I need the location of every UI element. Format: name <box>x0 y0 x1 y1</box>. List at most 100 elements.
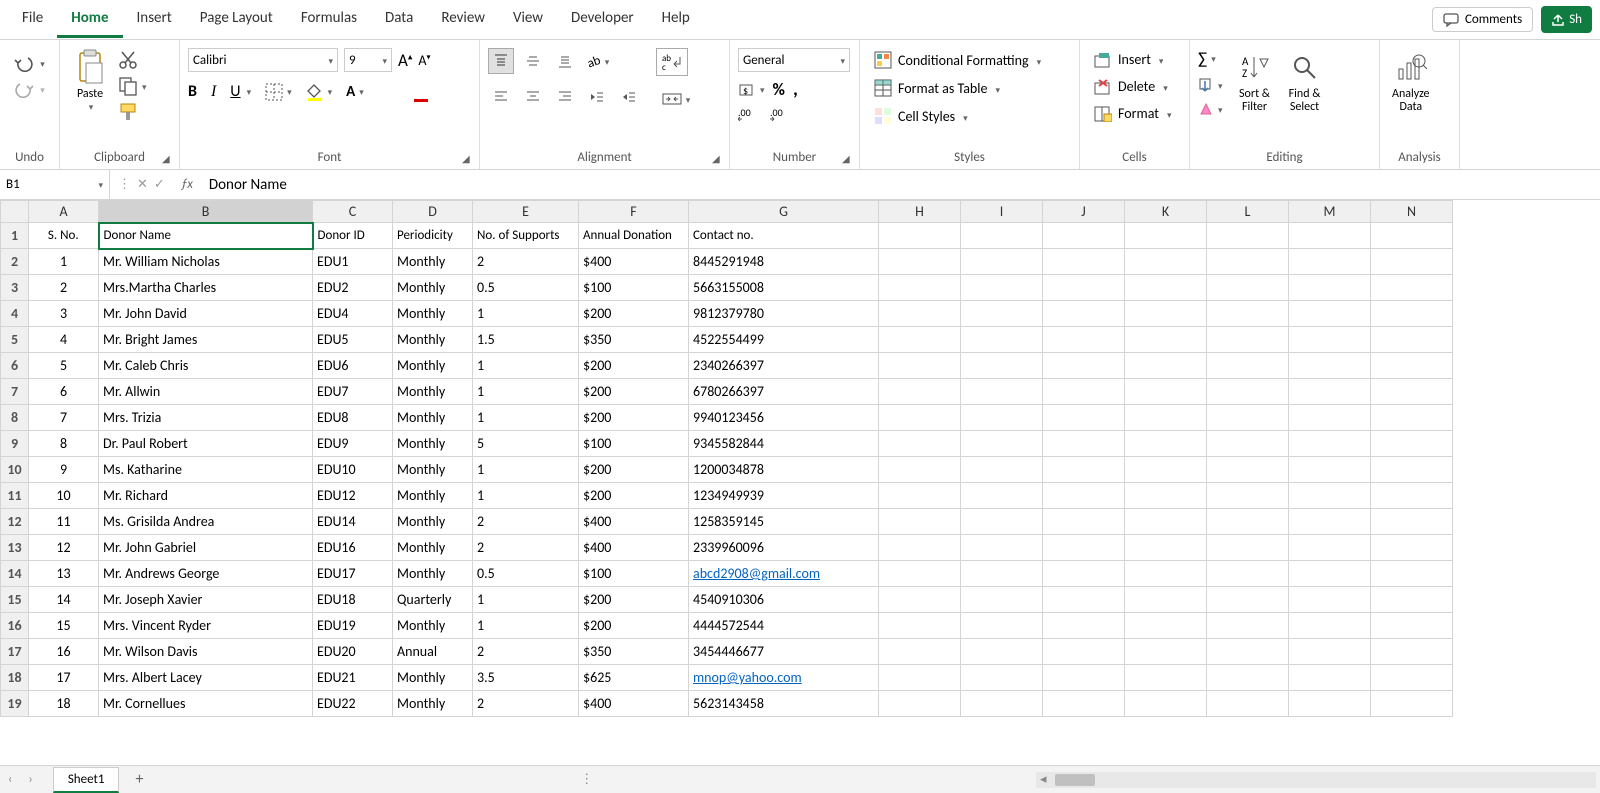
cell[interactable]: 1 <box>473 483 579 509</box>
underline-button[interactable]: U <box>230 82 240 101</box>
cell[interactable] <box>1289 613 1371 639</box>
cell[interactable] <box>1125 561 1207 587</box>
cell[interactable]: Mr. Wilson Davis <box>99 639 313 665</box>
cell[interactable]: Mr. William Nicholas <box>99 249 313 275</box>
cell[interactable] <box>961 301 1043 327</box>
cell[interactable] <box>1043 457 1125 483</box>
cell[interactable]: 11 <box>29 509 99 535</box>
cell[interactable]: 4444572544 <box>689 613 879 639</box>
percent-button[interactable]: % <box>773 79 785 100</box>
decrease-font-button[interactable]: A▾ <box>418 52 430 69</box>
cell[interactable] <box>1043 509 1125 535</box>
cell[interactable] <box>1371 223 1453 249</box>
cell[interactable] <box>1043 691 1125 717</box>
cell[interactable] <box>1371 379 1453 405</box>
cell[interactable]: 0.5 <box>473 561 579 587</box>
row-header[interactable]: 10 <box>1 457 29 483</box>
cell[interactable] <box>1125 613 1207 639</box>
cell[interactable] <box>1371 639 1453 665</box>
cell[interactable] <box>1289 301 1371 327</box>
cell[interactable] <box>961 613 1043 639</box>
cell[interactable] <box>961 249 1043 275</box>
cell[interactable] <box>1043 301 1125 327</box>
cell[interactable] <box>1207 223 1289 249</box>
cell[interactable] <box>879 249 961 275</box>
merge-center-button[interactable] <box>656 86 696 112</box>
cell[interactable]: $100 <box>579 275 689 301</box>
cell[interactable] <box>1371 587 1453 613</box>
col-header-M[interactable]: M <box>1289 201 1371 223</box>
cell[interactable]: 6 <box>29 379 99 405</box>
cell[interactable]: S. No. <box>29 223 99 249</box>
horizontal-scrollbar[interactable]: ◂ <box>1036 772 1596 788</box>
increase-indent-button[interactable] <box>616 84 642 110</box>
cell[interactable] <box>1207 405 1289 431</box>
cell[interactable] <box>1371 301 1453 327</box>
cell[interactable] <box>1289 561 1371 587</box>
cell[interactable] <box>1371 405 1453 431</box>
row-header[interactable]: 2 <box>1 249 29 275</box>
cell[interactable] <box>1371 457 1453 483</box>
cell[interactable]: 14 <box>29 587 99 613</box>
cell[interactable] <box>879 405 961 431</box>
cell[interactable] <box>1125 275 1207 301</box>
cell[interactable]: 3.5 <box>473 665 579 691</box>
dialog-launcher-icon[interactable]: ◢ <box>462 152 476 166</box>
menu-review[interactable]: Review <box>427 1 499 38</box>
align-right-button[interactable] <box>552 84 578 110</box>
font-name-combo[interactable]: Calibri <box>188 48 338 72</box>
cell[interactable]: $200 <box>579 457 689 483</box>
cell[interactable]: 1 <box>473 613 579 639</box>
cell[interactable]: 1 <box>473 587 579 613</box>
row-header[interactable]: 19 <box>1 691 29 717</box>
cell[interactable] <box>879 561 961 587</box>
sort-filter-button[interactable]: AZ Sort & Filter <box>1233 48 1277 116</box>
cell[interactable] <box>1207 483 1289 509</box>
cell[interactable]: 5663155008 <box>689 275 879 301</box>
cell[interactable]: EDU1 <box>313 249 393 275</box>
cell[interactable]: 15 <box>29 613 99 639</box>
cell[interactable] <box>1125 405 1207 431</box>
cell[interactable] <box>1289 353 1371 379</box>
cell[interactable]: Donor Name <box>99 223 313 249</box>
orientation-button[interactable]: ab <box>584 48 610 74</box>
menu-formulas[interactable]: Formulas <box>287 1 371 38</box>
cell[interactable] <box>1043 665 1125 691</box>
cell[interactable] <box>1371 483 1453 509</box>
cell[interactable]: 4522554499 <box>689 327 879 353</box>
row-header[interactable]: 3 <box>1 275 29 301</box>
cell[interactable]: Monthly <box>393 665 473 691</box>
cell[interactable] <box>1207 457 1289 483</box>
cell[interactable] <box>1207 275 1289 301</box>
cell[interactable]: 1 <box>473 379 579 405</box>
cell[interactable]: Monthly <box>393 483 473 509</box>
cell[interactable] <box>961 275 1043 301</box>
row-header[interactable]: 4 <box>1 301 29 327</box>
row-header[interactable]: 17 <box>1 639 29 665</box>
cell[interactable] <box>879 223 961 249</box>
cell[interactable] <box>1207 535 1289 561</box>
cell[interactable] <box>1289 457 1371 483</box>
cell[interactable]: EDU16 <box>313 535 393 561</box>
cell[interactable] <box>1043 275 1125 301</box>
cell[interactable] <box>1289 535 1371 561</box>
chevron-down-icon[interactable] <box>87 100 94 114</box>
cell[interactable] <box>1207 379 1289 405</box>
cell[interactable] <box>1043 561 1125 587</box>
cell[interactable] <box>1043 639 1125 665</box>
cell[interactable]: $350 <box>579 639 689 665</box>
fill-button[interactable] <box>1198 77 1223 93</box>
cell[interactable] <box>1125 353 1207 379</box>
cell[interactable] <box>1289 379 1371 405</box>
cell[interactable]: Annual Donation <box>579 223 689 249</box>
col-header-H[interactable]: H <box>879 201 961 223</box>
cell[interactable] <box>1371 665 1453 691</box>
accounting-format-button[interactable]: $ <box>738 82 765 98</box>
cell[interactable]: 1.5 <box>473 327 579 353</box>
cell[interactable] <box>1125 665 1207 691</box>
menu-developer[interactable]: Developer <box>557 1 648 38</box>
format-painter-button[interactable] <box>118 102 147 122</box>
sheet-tab[interactable]: Sheet1 <box>53 767 120 793</box>
cell[interactable]: 9 <box>29 457 99 483</box>
cell[interactable]: 6780266397 <box>689 379 879 405</box>
